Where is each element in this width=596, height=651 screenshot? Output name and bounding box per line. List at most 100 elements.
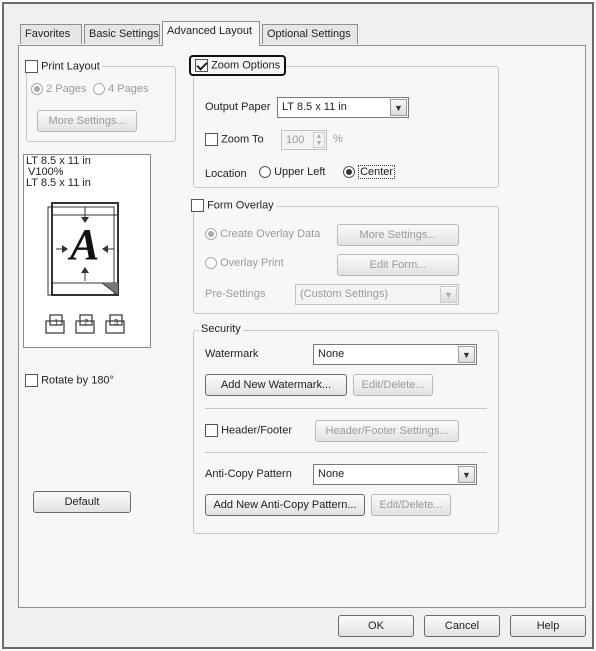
tab-favorites-label: Favorites xyxy=(25,28,71,40)
presettings-label: Pre-Settings xyxy=(205,288,266,300)
radio-4-pages-label: 4 Pages xyxy=(108,83,149,95)
watermark-edit-delete-button[interactable]: Edit/Delete... xyxy=(353,374,433,396)
chevron-down-icon[interactable]: ▼ xyxy=(458,346,475,363)
output-tray-icons: 1 2 3 xyxy=(45,314,125,334)
zoom-unit: % xyxy=(333,133,343,145)
watermark-value: None xyxy=(318,348,345,360)
chevron-down-icon[interactable]: ▼ xyxy=(458,466,475,483)
svg-text:2: 2 xyxy=(84,318,89,327)
anti-copy-edit-delete-button[interactable]: Edit/Delete... xyxy=(371,494,451,516)
ok-button-label: OK xyxy=(368,620,384,632)
print-layout-more-settings-label: More Settings... xyxy=(48,115,126,127)
chevron-down-icon[interactable]: ▼ xyxy=(390,99,407,116)
print-layout-more-settings-button[interactable]: More Settings... xyxy=(37,110,137,132)
create-overlay-radio-dot[interactable] xyxy=(205,228,217,241)
add-anti-copy-label: Add New Anti-Copy Pattern... xyxy=(213,499,357,511)
advanced-layout-panel: Print Layout 2 Pages 4 Pages More Settin… xyxy=(18,45,586,608)
center-radio-dot[interactable] xyxy=(343,166,355,179)
anti-copy-select[interactable]: None ▼ xyxy=(313,464,477,485)
edit-form-label: Edit Form... xyxy=(369,259,427,271)
print-layout-checkbox-box[interactable] xyxy=(25,60,38,73)
form-overlay-label: Form Overlay xyxy=(207,199,274,212)
add-watermark-label: Add New Watermark... xyxy=(220,379,332,391)
cancel-button-label: Cancel xyxy=(444,620,480,632)
watermark-label: Watermark xyxy=(205,348,259,360)
radio-2-pages[interactable]: 2 Pages xyxy=(31,83,87,96)
anti-copy-edit-delete-label: Edit/Delete... xyxy=(379,499,443,511)
divider xyxy=(205,408,487,409)
add-watermark-button[interactable]: Add New Watermark... xyxy=(205,374,347,396)
overlay-print-radio[interactable]: Overlay Print xyxy=(205,257,284,270)
upper-left-radio-dot[interactable] xyxy=(259,166,271,179)
zoom-options-label: Zoom Options xyxy=(211,59,281,72)
zoom-options-checkbox[interactable]: Zoom Options xyxy=(189,55,287,76)
create-overlay-radio[interactable]: Create Overlay Data xyxy=(205,228,321,241)
output-paper-value: LT 8.5 x 11 in xyxy=(282,101,347,113)
watermark-edit-delete-label: Edit/Delete... xyxy=(361,379,425,391)
zoom-to-checkbox-box[interactable] xyxy=(205,133,218,146)
rotate-180-checkbox-box[interactable] xyxy=(25,374,38,387)
anti-copy-value: None xyxy=(318,468,345,480)
form-overlay-checkbox-box[interactable] xyxy=(191,199,204,212)
default-button-label: Default xyxy=(64,496,100,508)
tab-basic-settings[interactable]: Basic Settings xyxy=(84,24,160,44)
radio-4-pages[interactable]: 4 Pages xyxy=(93,83,149,96)
overlay-more-settings-button[interactable]: More Settings... xyxy=(337,224,459,246)
help-button[interactable]: Help xyxy=(510,615,586,637)
printer-properties-dialog: Favorites Basic Settings Advanced Layout… xyxy=(2,2,594,649)
header-footer-label: Header/Footer xyxy=(221,424,292,437)
rotate-180-label: Rotate by 180° xyxy=(41,374,114,387)
svg-text:3: 3 xyxy=(114,318,119,327)
zoom-options-checkbox-box[interactable] xyxy=(195,59,208,72)
create-overlay-label: Create Overlay Data xyxy=(220,228,321,240)
preview-paper-line2: LT 8.5 x 11 in xyxy=(26,177,91,189)
print-layout-checkbox[interactable]: Print Layout xyxy=(23,60,102,73)
rotate-180-checkbox[interactable]: Rotate by 180° xyxy=(25,374,114,387)
upper-left-label: Upper Left xyxy=(274,166,326,178)
form-overlay-checkbox[interactable]: Form Overlay xyxy=(189,199,276,212)
tab-advanced-layout[interactable]: Advanced Layout xyxy=(162,21,260,46)
security-label: Security xyxy=(199,323,243,335)
location-upper-left-radio[interactable]: Upper Left xyxy=(259,166,326,179)
header-footer-settings-button[interactable]: Header/Footer Settings... xyxy=(315,420,459,442)
help-button-label: Help xyxy=(536,620,560,632)
zoom-value-spinner[interactable]: 100 ▲ ▼ xyxy=(281,130,327,150)
presettings-select[interactable]: (Custom Settings) ▼ xyxy=(295,284,459,305)
watermark-select[interactable]: None ▼ xyxy=(313,344,477,365)
svg-text:1: 1 xyxy=(54,318,59,327)
presettings-value: (Custom Settings) xyxy=(300,288,389,300)
header-footer-checkbox-box[interactable] xyxy=(205,424,218,437)
print-layout-label: Print Layout xyxy=(41,60,100,73)
tab-advanced-layout-label: Advanced Layout xyxy=(167,25,253,37)
edit-form-button[interactable]: Edit Form... xyxy=(337,254,459,276)
radio-2-pages-label: 2 Pages xyxy=(46,83,87,95)
preview-glyph: A xyxy=(70,220,100,269)
radio-4-pages-dot[interactable] xyxy=(93,83,105,96)
divider xyxy=(205,452,487,453)
tab-optional-settings-label: Optional Settings xyxy=(267,28,351,40)
ok-button[interactable]: OK xyxy=(338,615,414,637)
location-label: Location xyxy=(205,168,247,180)
zoom-value: 100 xyxy=(286,134,305,146)
add-anti-copy-button[interactable]: Add New Anti-Copy Pattern... xyxy=(205,494,365,516)
overlay-print-label: Overlay Print xyxy=(220,257,284,269)
zoom-to-label: Zoom To xyxy=(221,133,264,146)
anti-copy-label: Anti-Copy Pattern xyxy=(205,468,292,480)
chevron-down-icon[interactable]: ▼ xyxy=(440,286,457,303)
default-button[interactable]: Default xyxy=(33,491,131,513)
tab-basic-settings-label: Basic Settings xyxy=(89,28,159,40)
zoom-to-checkbox[interactable]: Zoom To xyxy=(205,133,264,146)
location-center-radio[interactable]: Center xyxy=(343,165,396,179)
output-paper-select[interactable]: LT 8.5 x 11 in ▼ xyxy=(277,97,409,118)
output-paper-label: Output Paper xyxy=(205,101,271,113)
spinner-arrows-icon[interactable]: ▲ ▼ xyxy=(313,132,325,148)
layout-preview: LT 8.5 x 11 in V100% LT 8.5 x 11 in A 1 … xyxy=(23,154,151,348)
overlay-print-radio-dot[interactable] xyxy=(205,257,217,270)
overlay-more-settings-label: More Settings... xyxy=(359,229,437,241)
tab-favorites[interactable]: Favorites xyxy=(20,24,82,44)
tab-optional-settings[interactable]: Optional Settings xyxy=(262,24,358,44)
header-footer-checkbox[interactable]: Header/Footer xyxy=(205,424,292,437)
radio-2-pages-dot[interactable] xyxy=(31,83,43,96)
center-label: Center xyxy=(358,165,396,179)
cancel-button[interactable]: Cancel xyxy=(424,615,500,637)
